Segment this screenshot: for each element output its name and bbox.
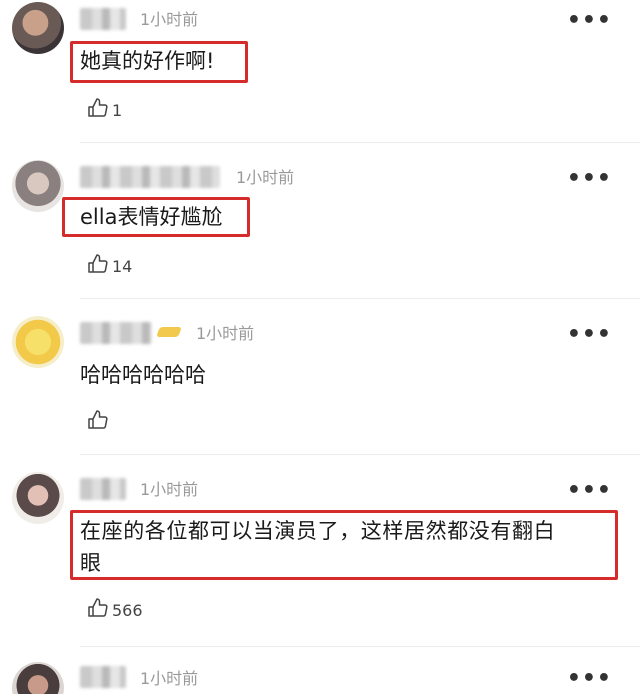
avatar[interactable] (12, 2, 64, 54)
like-button[interactable]: 14 (86, 252, 132, 280)
badge-icon (156, 327, 182, 337)
avatar[interactable] (12, 160, 64, 212)
thumbs-up-icon (86, 96, 110, 124)
thumbs-up-icon (86, 596, 110, 624)
comment-text: 哈哈哈哈哈哈 (80, 363, 206, 387)
divider (80, 142, 640, 143)
username-blurred[interactable] (80, 322, 152, 344)
username-blurred[interactable] (80, 8, 126, 30)
like-button[interactable] (86, 408, 112, 436)
highlight-box (62, 197, 250, 237)
like-count: 1 (112, 100, 123, 120)
more-dots-icon[interactable]: ••• (567, 168, 612, 190)
more-dots-icon[interactable]: ••• (567, 480, 612, 502)
highlight-box (70, 41, 248, 83)
like-count: 14 (112, 256, 133, 276)
like-count: 566 (112, 600, 143, 620)
username-blurred[interactable] (80, 166, 220, 188)
more-dots-icon[interactable]: ••• (567, 668, 612, 690)
divider (80, 298, 640, 299)
avatar[interactable] (12, 316, 64, 368)
avatar[interactable] (12, 472, 64, 524)
thumbs-up-icon (86, 252, 110, 280)
like-button[interactable]: 1 (86, 96, 122, 124)
username-blurred[interactable] (80, 478, 126, 500)
comment-time: 1小时前 (196, 324, 255, 343)
comment-time: 1小时前 (140, 480, 199, 499)
more-dots-icon[interactable]: ••• (567, 10, 612, 32)
highlight-box (70, 510, 618, 580)
more-dots-icon[interactable]: ••• (567, 324, 612, 346)
divider (80, 454, 640, 455)
avatar[interactable] (12, 662, 64, 694)
username-blurred[interactable] (80, 666, 126, 688)
thumbs-up-icon (86, 408, 110, 436)
comment-time: 1小时前 (140, 10, 199, 29)
like-button[interactable]: 566 (86, 596, 143, 624)
comment-time: 1小时前 (236, 168, 295, 187)
comment-time: 1小时前 (140, 669, 199, 688)
divider (80, 646, 640, 647)
